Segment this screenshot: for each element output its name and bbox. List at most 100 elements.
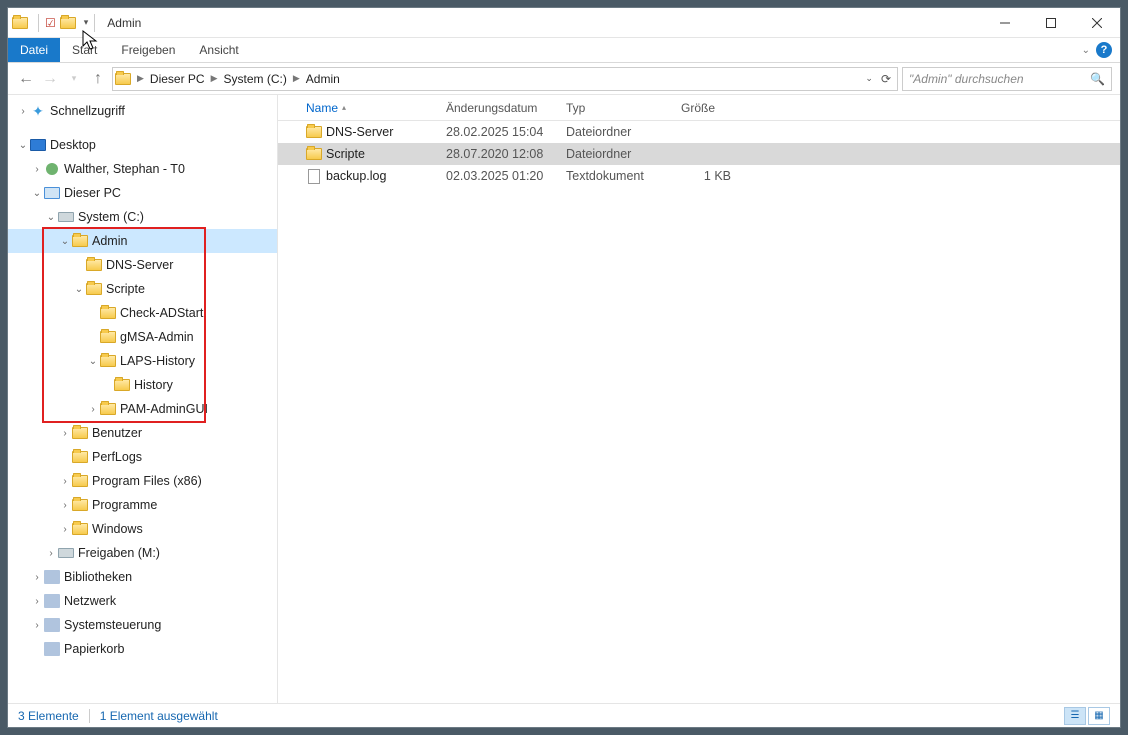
expander-icon[interactable]: ⌄ <box>30 188 44 199</box>
qat-properties-icon[interactable]: ☑ <box>45 16 56 30</box>
tree-item-label: Desktop <box>50 138 96 152</box>
forward-button[interactable]: → <box>40 69 60 89</box>
close-button[interactable] <box>1074 8 1120 38</box>
tree-item[interactable]: ›Programme <box>8 493 277 517</box>
chevron-right-icon[interactable]: ▶ <box>135 73 146 84</box>
help-icon[interactable]: ? <box>1096 42 1112 58</box>
tree-item[interactable]: ›Systemsteuerung <box>8 613 277 637</box>
view-details-button[interactable]: ☰ <box>1064 707 1086 725</box>
up-button[interactable]: ↑ <box>88 69 108 89</box>
expander-icon[interactable]: › <box>16 106 30 117</box>
address-dropdown-icon[interactable]: ⌄ <box>865 73 873 84</box>
tree-item[interactable]: ›Bibliotheken <box>8 565 277 589</box>
list-item[interactable]: backup.log02.03.2025 01:20Textdokument1 … <box>278 165 1120 187</box>
tree-item[interactable]: › Windows <box>8 517 277 541</box>
back-button[interactable]: ← <box>16 69 36 89</box>
tree-item[interactable]: ⌄ System (C:) <box>8 205 277 229</box>
ribbon-expand-icon[interactable]: ⌄ <box>1082 45 1090 56</box>
col-name[interactable]: Name <box>306 101 338 115</box>
ribbon-tab-view[interactable]: Ansicht <box>187 38 250 62</box>
expander-icon[interactable]: › <box>30 620 44 631</box>
expander-icon[interactable]: › <box>58 476 72 487</box>
folder-icon <box>72 233 88 249</box>
column-headers[interactable]: Name ▴ Änderungsdatum Typ Größe <box>278 95 1120 121</box>
window-title: Admin <box>101 16 141 30</box>
status-count: 3 Elemente <box>18 709 79 723</box>
file-list[interactable]: DNS-Server28.02.2025 15:04DateiordnerScr… <box>278 121 1120 187</box>
tree-item[interactable]: ⌄ Scripte <box>8 277 277 301</box>
minimize-button[interactable] <box>982 8 1028 38</box>
tree-item[interactable]: Check-ADStart <box>8 301 277 325</box>
maximize-button[interactable] <box>1028 8 1074 38</box>
item-type: Dateiordner <box>556 147 671 161</box>
net-icon <box>44 593 60 609</box>
ctrl-icon <box>44 617 60 633</box>
view-icons-button[interactable]: ▦ <box>1088 707 1110 725</box>
col-date[interactable]: Änderungsdatum <box>446 101 537 115</box>
expander-icon[interactable]: ⌄ <box>72 284 86 295</box>
tree-item-label: Papierkorb <box>64 642 124 656</box>
tree-item[interactable]: ⌄LAPS-History <box>8 349 277 373</box>
expander-icon[interactable]: › <box>30 596 44 607</box>
tree-item[interactable]: PerfLogs <box>8 445 277 469</box>
list-item[interactable]: DNS-Server28.02.2025 15:04Dateiordner <box>278 121 1120 143</box>
tree-item[interactable]: › PAM-AdminGUI <box>8 397 277 421</box>
chevron-right-icon[interactable]: ▶ <box>291 73 302 84</box>
tree-item[interactable]: ›Walther, Stephan - T0 <box>8 157 277 181</box>
tree-item-label: Program Files (x86) <box>92 474 202 488</box>
tree-item-label: Netzwerk <box>64 594 116 608</box>
expander-icon[interactable]: ⌄ <box>58 236 72 247</box>
ribbon-tab-share[interactable]: Freigeben <box>109 38 187 62</box>
status-selected: 1 Element ausgewählt <box>100 709 218 723</box>
col-size[interactable]: Größe <box>681 101 715 115</box>
tree-item[interactable]: ›✦Schnellzugriff <box>8 99 277 123</box>
tree-item[interactable]: ⌄ Desktop <box>8 133 277 157</box>
expander-icon[interactable]: › <box>44 548 58 559</box>
search-input[interactable]: "Admin" durchsuchen 🔍 <box>902 67 1112 91</box>
expander-icon[interactable]: ⌄ <box>86 356 100 367</box>
qat-newfolder-icon[interactable] <box>60 15 76 31</box>
ribbon-tab-start[interactable]: Start <box>60 38 109 62</box>
ribbon-tab-file[interactable]: Datei <box>8 38 60 62</box>
tree-item-label: PAM-AdminGUI <box>120 402 208 416</box>
search-icon[interactable]: 🔍 <box>1090 72 1105 86</box>
tree-item[interactable]: ›Benutzer <box>8 421 277 445</box>
tree-item[interactable]: ⌄Dieser PC <box>8 181 277 205</box>
item-type: Dateiordner <box>556 125 671 139</box>
qat-dropdown-icon[interactable]: ▾ <box>84 17 89 28</box>
breadcrumb[interactable]: Dieser PC <box>146 68 209 90</box>
tree-item[interactable]: History <box>8 373 277 397</box>
refresh-icon[interactable]: ⟳ <box>875 72 891 86</box>
tree-item[interactable]: DNS-Server <box>8 253 277 277</box>
address-bar[interactable]: ▶ Dieser PC ▶ System (C:) ▶ Admin ⌄ ⟳ <box>112 67 898 91</box>
breadcrumb[interactable]: System (C:) <box>220 68 291 90</box>
tree-item[interactable]: Papierkorb <box>8 637 277 661</box>
tree-item-label: System (C:) <box>78 210 144 224</box>
tree-item[interactable]: › Program Files (x86) <box>8 469 277 493</box>
expander-icon[interactable]: ⌄ <box>16 140 30 151</box>
chevron-right-icon[interactable]: ▶ <box>209 73 220 84</box>
tree-item[interactable]: › Netzwerk <box>8 589 277 613</box>
tree-item-label: Windows <box>92 522 143 536</box>
navigation-pane[interactable]: ›✦Schnellzugriff ⌄ Desktop ›Walther, Stepha… <box>8 95 278 703</box>
item-type: Textdokument <box>556 169 671 183</box>
expander-icon[interactable]: › <box>58 524 72 535</box>
tree-item-label: Scripte <box>106 282 145 296</box>
expander-icon[interactable]: › <box>58 500 72 511</box>
tree-item-label: gMSA-Admin <box>120 330 194 344</box>
tree-item[interactable]: gMSA-Admin <box>8 325 277 349</box>
tree-item-label: DNS-Server <box>106 258 173 272</box>
tree-item[interactable]: ⌄Admin <box>8 229 277 253</box>
expander-icon[interactable]: › <box>30 572 44 583</box>
expander-icon[interactable]: › <box>86 404 100 415</box>
expander-icon[interactable]: ⌄ <box>44 212 58 223</box>
recent-dropdown[interactable]: ▾ <box>64 69 84 89</box>
expander-icon[interactable]: › <box>58 428 72 439</box>
list-item[interactable]: Scripte28.07.2020 12:08Dateiordner <box>278 143 1120 165</box>
sort-asc-icon: ▴ <box>342 103 346 112</box>
tree-item[interactable]: ›Freigaben (M:) <box>8 541 277 565</box>
col-type[interactable]: Typ <box>566 101 585 115</box>
title-bar: ☑ ▾ Admin <box>8 8 1120 38</box>
breadcrumb[interactable]: Admin <box>302 68 344 90</box>
expander-icon[interactable]: › <box>30 164 44 175</box>
